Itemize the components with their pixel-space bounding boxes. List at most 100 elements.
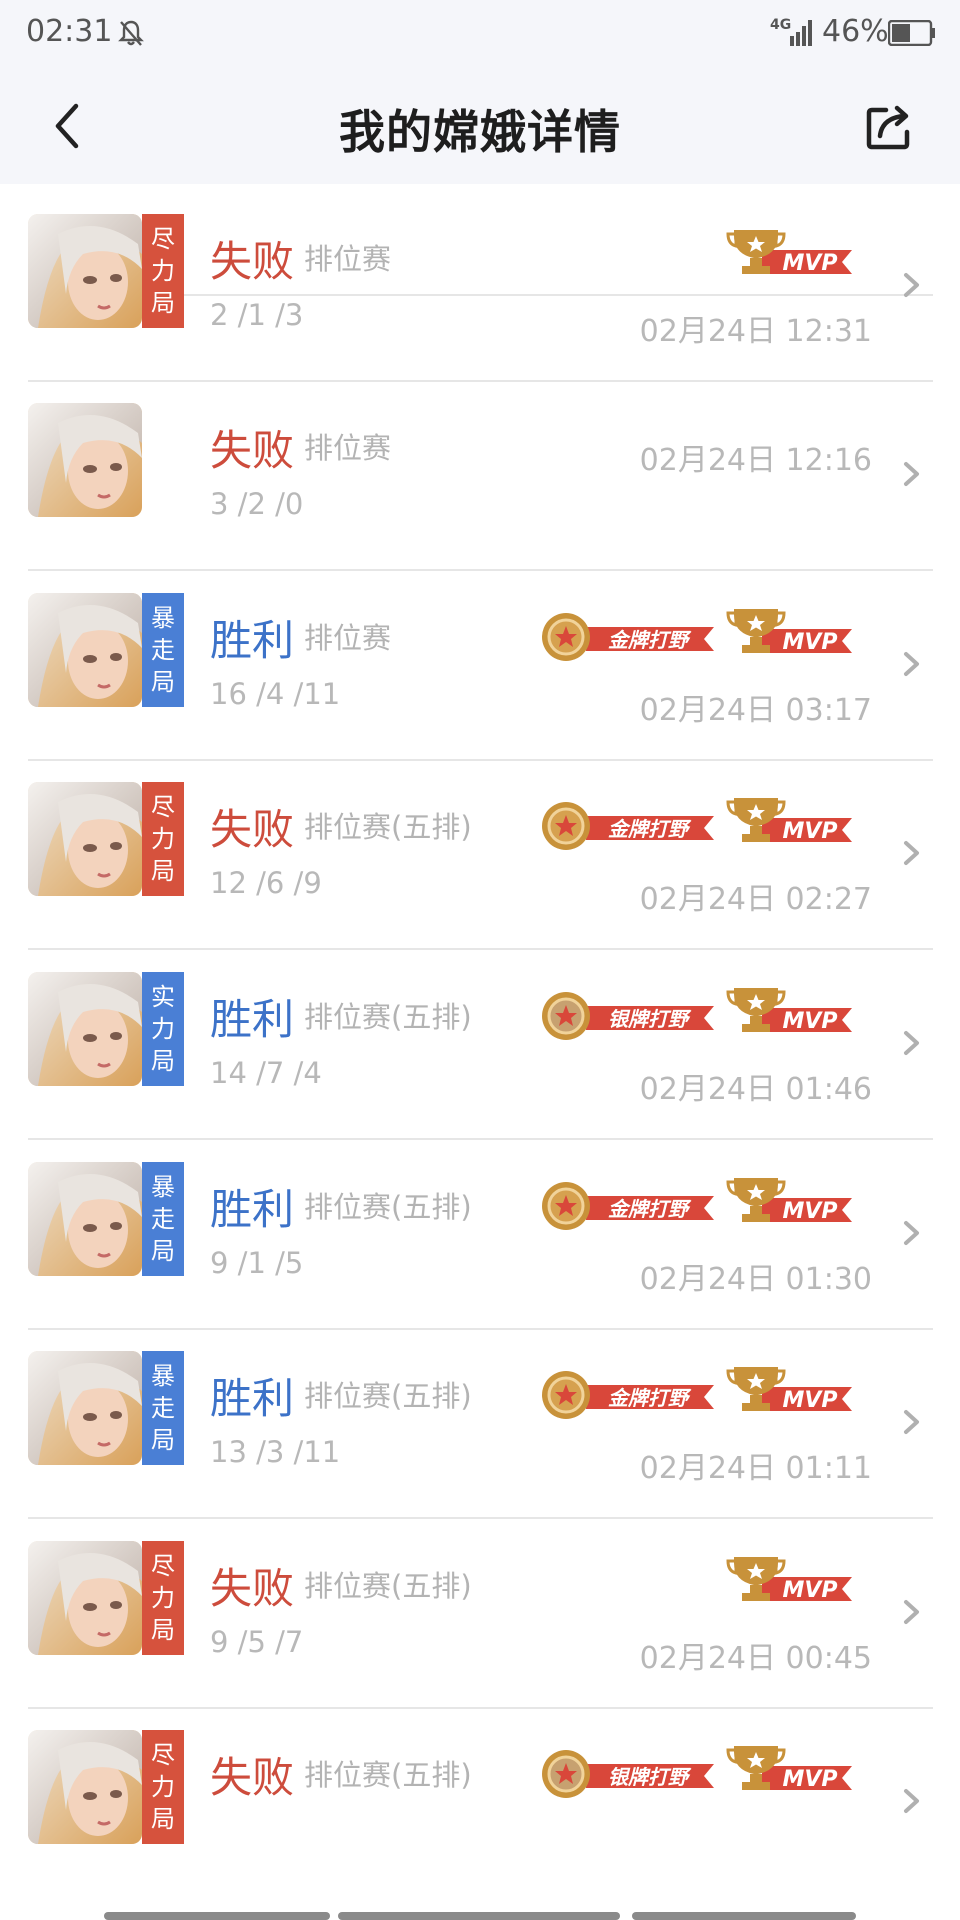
- svg-text:MVP: MVP: [782, 251, 837, 276]
- svg-text:银牌打野: 银牌打野: [608, 1765, 692, 1789]
- match-datetime: 02月24日 12:16: [639, 443, 872, 478]
- svg-text:MVP: MVP: [782, 819, 837, 844]
- match-mode: 排位赛: [304, 431, 392, 465]
- match-mode: 排位赛(五排): [304, 1000, 472, 1034]
- match-row[interactable]: 尽力局失败 排位赛(五排) 12 /6 /9 02月24日 02:27 金牌打野 MVP: [0, 760, 960, 950]
- match-tag: 尽力局: [142, 1541, 184, 1655]
- svg-text:金牌打野: 金牌打野: [608, 817, 692, 841]
- hero-avatar: [28, 972, 142, 1086]
- match-result: 失败: [210, 426, 295, 475]
- match-row[interactable]: 实力局胜利 排位赛(五排) 14 /7 /4 02月24日 01:46 银牌打野 MVP: [0, 950, 960, 1140]
- jungle-medal-badge: 金牌打野: [536, 607, 716, 667]
- match-datetime: 02月24日 01:11: [639, 1451, 872, 1486]
- hero-avatar: [28, 593, 142, 707]
- match-kda: 3 /2 /0: [210, 487, 304, 521]
- match-datetime: 02月24日 01:46: [639, 1072, 872, 1107]
- match-result: 胜利: [210, 1374, 295, 1423]
- battery-icon: [888, 20, 935, 46]
- mvp-badge: MVP: [726, 603, 854, 669]
- match-tag-char: 暴: [151, 1173, 175, 1201]
- bottom-bar-segment: [338, 1912, 620, 1920]
- match-tag-char: 走: [151, 1394, 175, 1422]
- chevron-right-icon: [904, 1600, 919, 1624]
- match-datetime: 02月24日 12:31: [639, 314, 872, 349]
- chevron-right-icon: [904, 1221, 919, 1245]
- match-tag-char: 力: [151, 825, 175, 853]
- status-bar: 02:31 4G 46%: [0, 0, 960, 68]
- mvp-badge: MVP: [726, 1172, 854, 1238]
- jungle-medal-badge: 银牌打野: [536, 986, 716, 1046]
- match-mode: 排位赛(五排): [304, 1190, 472, 1224]
- match-row[interactable]: 尽力局失败 排位赛 2 /1 /3 02月24日 12:31 MVP: [0, 192, 960, 382]
- match-row[interactable]: 失败 排位赛 3 /2 /0 02月24日 12:16: [0, 381, 960, 571]
- match-kda: 9 /1 /5: [210, 1246, 304, 1280]
- svg-text:MVP: MVP: [782, 1578, 837, 1603]
- match-result: 胜利: [210, 616, 295, 665]
- hero-avatar: [28, 1351, 142, 1465]
- match-datetime: 02月24日 00:45: [639, 1641, 872, 1676]
- match-result: 胜利: [210, 1185, 295, 1234]
- match-mode: 排位赛(五排): [304, 1569, 472, 1603]
- match-row[interactable]: 尽力局失败 排位赛(五排) 9 /5 /7 02月24日 00:45 MVP: [0, 1519, 960, 1709]
- chevron-right-icon: [904, 462, 919, 486]
- jungle-medal-badge: 金牌打野: [536, 1365, 716, 1425]
- chevron-right-icon: [904, 652, 919, 676]
- match-tag-char: 局: [151, 1805, 175, 1833]
- match-row[interactable]: 暴走局胜利 排位赛 16 /4 /11 02月24日 03:17 金牌打野 MVP: [0, 571, 960, 761]
- bottom-bar-segment: [632, 1912, 856, 1920]
- jungle-medal-badge: 金牌打野: [536, 796, 716, 856]
- match-tag: 尽力局: [142, 1730, 184, 1844]
- svg-text:金牌打野: 金牌打野: [608, 628, 692, 652]
- mvp-badge: MVP: [726, 224, 854, 290]
- match-row[interactable]: 暴走局胜利 排位赛(五排) 9 /1 /5 02月24日 01:30 金牌打野 MVP: [0, 1140, 960, 1330]
- match-row[interactable]: 尽力局失败 排位赛(五排) 银牌打野 MVP: [0, 1708, 960, 1898]
- jungle-medal-badge: 银牌打野: [536, 1744, 716, 1804]
- match-kda: 9 /5 /7: [210, 1625, 304, 1659]
- match-tag: 暴走局: [142, 1351, 184, 1465]
- match-tag-char: 局: [151, 668, 175, 696]
- match-tag-char: 局: [151, 1616, 175, 1644]
- match-kda: 14 /7 /4: [210, 1056, 322, 1090]
- svg-text:银牌打野: 银牌打野: [608, 1007, 692, 1031]
- match-tag-char: 暴: [151, 604, 175, 632]
- match-kda: 2 /1 /3: [210, 298, 304, 332]
- match-tag-char: 走: [151, 636, 175, 664]
- network-type: 4G: [770, 17, 792, 33]
- match-result: 胜利: [210, 995, 295, 1044]
- match-tag: 暴走局: [142, 593, 184, 707]
- match-mode: 排位赛(五排): [304, 810, 472, 844]
- match-datetime: 02月24日 02:27: [639, 882, 872, 917]
- match-tag: 尽力局: [142, 782, 184, 896]
- signal-icon: [790, 20, 812, 46]
- match-tag-char: 实: [151, 983, 175, 1011]
- match-tag-char: 尽: [151, 1552, 175, 1580]
- status-time: 02:31: [26, 14, 113, 49]
- match-kda: 16 /4 /11: [210, 677, 341, 711]
- chevron-right-icon: [904, 1410, 919, 1434]
- match-mode: 排位赛: [304, 621, 392, 655]
- match-datetime: 02月24日 03:17: [639, 693, 872, 728]
- match-tag-char: 局: [151, 289, 175, 317]
- match-tag-char: 局: [151, 1047, 175, 1075]
- hero-avatar: [28, 1541, 142, 1655]
- chevron-right-icon: [904, 841, 919, 865]
- bell-muted-icon: [118, 20, 144, 46]
- match-result: 失败: [210, 1564, 295, 1613]
- match-tag-char: 局: [151, 1426, 175, 1454]
- match-tag-char: 局: [151, 1237, 175, 1265]
- svg-text:金牌打野: 金牌打野: [608, 1197, 692, 1221]
- match-kda: 12 /6 /9: [210, 866, 322, 900]
- match-mode: 排位赛(五排): [304, 1758, 472, 1792]
- hero-avatar: [28, 1730, 142, 1844]
- match-tag-char: 力: [151, 1773, 175, 1801]
- match-tag-char: 力: [151, 257, 175, 285]
- chevron-right-icon: [904, 273, 919, 297]
- match-result: 失败: [210, 237, 295, 286]
- hero-avatar: [28, 403, 142, 517]
- match-row[interactable]: 暴走局胜利 排位赛(五排) 13 /3 /11 02月24日 01:11 金牌打野 MVP: [0, 1329, 960, 1519]
- match-list[interactable]: 胜利排位赛(双排)8 /3 /702月24日 12:43尽力局失败排位赛2 /1…: [0, 0, 960, 1920]
- match-tag-char: 力: [151, 1015, 175, 1043]
- match-tag-char: 尽: [151, 225, 175, 253]
- hero-avatar: [28, 214, 142, 328]
- share-button[interactable]: [864, 100, 916, 152]
